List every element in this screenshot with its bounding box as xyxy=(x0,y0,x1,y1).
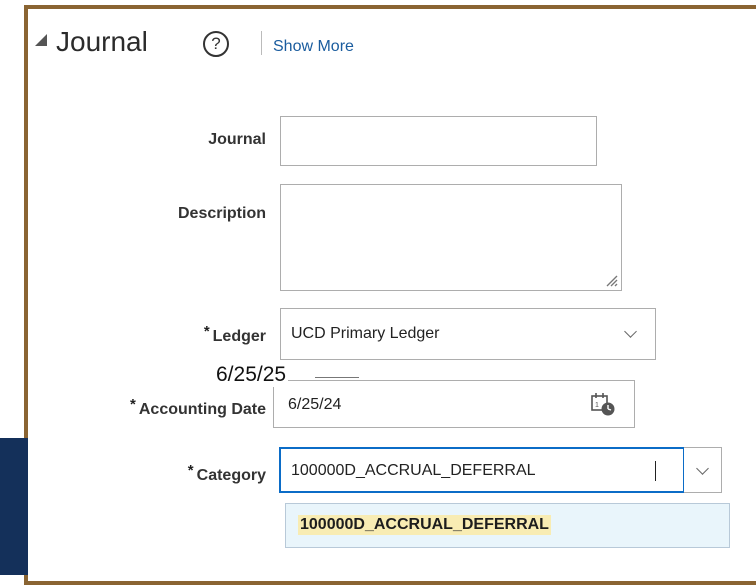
accounting-date-input[interactable]: 6/25/24 1 xyxy=(273,380,635,428)
help-icon[interactable]: ? xyxy=(203,31,229,57)
chevron-down-icon xyxy=(696,462,709,475)
svg-text:1: 1 xyxy=(595,402,599,409)
resize-grip-icon[interactable] xyxy=(604,273,618,287)
journal-input[interactable] xyxy=(280,116,597,166)
header-divider xyxy=(261,31,262,55)
description-textarea[interactable] xyxy=(280,184,622,291)
category-input[interactable]: 100000D_ACCRUAL_DEFERRAL xyxy=(279,447,685,493)
date-annotation-callout: 6/25/25 xyxy=(214,363,289,387)
chevron-down-icon xyxy=(624,325,637,338)
ledger-label: * Ledger xyxy=(203,323,266,345)
accounting-date-label: * Accounting Date xyxy=(130,396,266,418)
category-label: * Category xyxy=(187,462,266,484)
show-more-link[interactable]: Show More xyxy=(273,38,354,56)
section-title: Journal xyxy=(56,26,148,57)
category-dropdown-button[interactable] xyxy=(684,447,722,493)
text-cursor xyxy=(655,461,656,481)
annotation-pointer-line xyxy=(315,377,359,378)
navy-side-block xyxy=(0,438,28,575)
journal-label: Journal xyxy=(208,131,266,148)
triangle-collapse-icon[interactable] xyxy=(35,34,47,46)
description-label: Description xyxy=(177,205,266,222)
calendar-icon[interactable]: 1 xyxy=(590,391,616,417)
category-suggestion-list: 100000D_ACCRUAL_DEFERRAL xyxy=(285,503,730,548)
ledger-select[interactable]: UCD Primary Ledger xyxy=(280,308,656,360)
category-suggestion-item[interactable]: 100000D_ACCRUAL_DEFERRAL xyxy=(298,515,551,535)
journal-panel-frame xyxy=(24,5,756,585)
